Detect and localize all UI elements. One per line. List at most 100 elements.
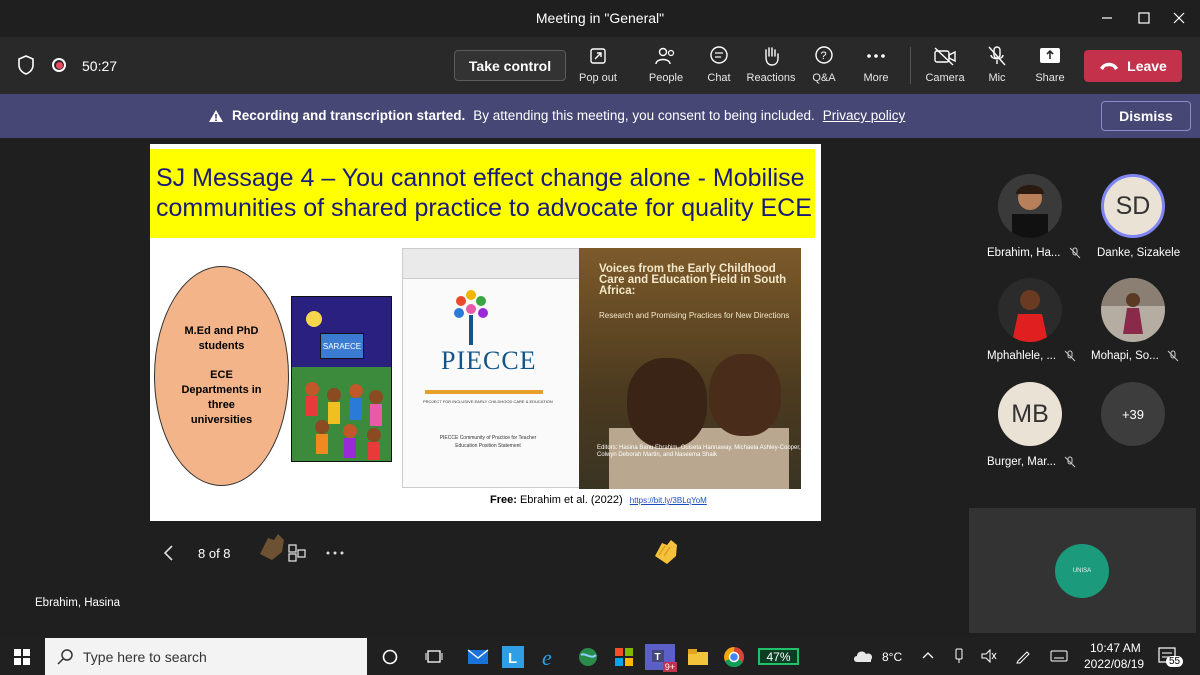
mail-icon[interactable] [465, 644, 491, 670]
svg-text:L: L [508, 650, 517, 667]
privacy-policy-link[interactable]: Privacy policy [823, 108, 906, 123]
pop-out-icon [590, 48, 606, 64]
participant-photo-1 [998, 174, 1062, 238]
recording-indicator-icon [52, 58, 66, 72]
maximize-icon [1138, 12, 1150, 24]
camera-off-icon [934, 47, 956, 66]
windows-start-icon[interactable] [14, 649, 30, 665]
share-button[interactable]: Share [1020, 43, 1080, 89]
windows-taskbar: Type here to search L e T 9+ 8°C 10:47 A… [0, 638, 1200, 675]
chrome-icon[interactable] [721, 644, 747, 670]
weather-cloud-icon[interactable] [852, 648, 876, 664]
ellipse-callout: M.Ed and PhD students ECE Departments in… [154, 266, 289, 486]
banner-bold-text: Recording and transcription started. [232, 108, 466, 123]
launcher-l-icon[interactable]: L [500, 644, 526, 670]
meeting-toolbar: 50:27 Take control Pop out People Chat R… [0, 37, 1200, 94]
teams-icon[interactable]: T 9+ [645, 644, 677, 672]
leave-button[interactable]: Leave [1084, 50, 1182, 82]
taskbar-search-input[interactable]: Type here to search [45, 638, 367, 675]
svg-text:?: ? [821, 50, 827, 62]
share-icon [1040, 48, 1060, 63]
qa-button[interactable]: ? Q&A [794, 43, 854, 89]
teams-badge: 9+ [662, 662, 677, 672]
participant-name-2: Danke, Sizakele [1097, 247, 1181, 259]
participant-photo-4 [1101, 278, 1165, 342]
avatar[interactable]: SD [1101, 174, 1165, 238]
previous-slide-icon[interactable] [162, 544, 176, 562]
slide-heading: SJ Message 4 – You cannot effect change … [150, 149, 815, 238]
avatar[interactable] [1101, 278, 1165, 342]
search-icon [57, 648, 73, 665]
chevron-up-icon[interactable] [922, 651, 934, 659]
hang-up-icon [1100, 62, 1119, 70]
edge-legacy-icon[interactable]: e [538, 644, 564, 670]
camera-button[interactable]: Camera [915, 43, 975, 89]
saraece-illustration: SARAECE [291, 296, 392, 462]
close-button[interactable] [1166, 6, 1192, 30]
avatar[interactable] [998, 174, 1062, 238]
avatar[interactable] [998, 278, 1062, 342]
toolbar-divider [910, 47, 911, 84]
take-control-button[interactable]: Take control [454, 50, 566, 81]
piecce-logo-text: PIECCE [441, 346, 537, 375]
recording-notice-banner: Recording and transcription started. By … [0, 94, 1200, 138]
participant-name-3: Mphahlele, ... [987, 350, 1076, 362]
usb-device-icon[interactable] [954, 648, 964, 664]
piecce-document: PIECCE PROJECT FOR INCLUSIVE EARLY CHILD… [402, 248, 580, 488]
slide-heading-line-2: communities of shared practice to advoca… [156, 194, 812, 222]
avatar[interactable]: MB [998, 382, 1062, 446]
pop-out-button[interactable]: Pop out [568, 43, 628, 89]
warning-icon [209, 109, 223, 122]
book-title: Voices from the Early Childhood Care and… [599, 263, 787, 297]
more-participants-button[interactable]: +39 [1101, 382, 1165, 446]
mic-off-icon [1167, 350, 1179, 362]
piecce-divider [425, 390, 543, 394]
people-button[interactable]: People [636, 43, 696, 89]
mic-off-icon [1064, 456, 1076, 468]
title-bar: Meeting in "General" [0, 0, 1200, 37]
participant-name-1: Ebrahim, Ha... [987, 247, 1081, 259]
unisa-logo: UNISA [1055, 544, 1109, 598]
microsoft-store-icon[interactable] [611, 644, 637, 670]
citation-link[interactable]: https://bit.ly/3BLqYoM [630, 496, 707, 505]
pen-icon[interactable] [1015, 648, 1031, 664]
battery-indicator[interactable]: 47% [758, 648, 799, 665]
chat-icon [710, 46, 728, 64]
slide-grid-icon[interactable] [287, 543, 307, 563]
clock-time[interactable]: 10:47 AM [1090, 641, 1141, 655]
minimize-button[interactable] [1094, 6, 1120, 30]
document-toolbar [403, 249, 579, 279]
slide-counter: 8 of 8 [198, 546, 231, 561]
saraece-artwork [292, 297, 391, 461]
mic-off-icon [988, 46, 1006, 66]
more-dots-icon [867, 54, 885, 58]
mic-button[interactable]: Mic [967, 43, 1027, 89]
participant-name-5: Burger, Mar... [987, 456, 1076, 468]
minimize-icon [1102, 17, 1112, 19]
piecce-document-title: PIECCE Community of Practice for Teacher… [439, 435, 537, 449]
free-citation: Free: Ebrahim et al. (2022) https://bit.… [490, 494, 707, 506]
chat-button[interactable]: Chat [689, 43, 749, 89]
dismiss-button[interactable]: Dismiss [1101, 101, 1191, 131]
book-photo-child-2 [709, 354, 781, 436]
more-button[interactable]: More [846, 43, 906, 89]
question-icon: ? [815, 46, 833, 64]
cortana-icon[interactable] [377, 644, 403, 670]
svg-text:T: T [655, 652, 661, 663]
shared-slide: SJ Message 4 – You cannot effect change … [150, 144, 821, 521]
clock-date[interactable]: 2022/08/19 [1084, 657, 1144, 671]
slide-more-icon[interactable] [325, 550, 345, 556]
task-view-icon[interactable] [421, 644, 447, 670]
globe-browser-icon[interactable] [575, 644, 601, 670]
raise-hand-icon [765, 47, 779, 66]
maximize-button[interactable] [1131, 6, 1157, 30]
book-authors: Editors: Hasina Banu Ebrahim, Ouiseta Ha… [597, 445, 801, 458]
keyboard-icon[interactable] [1050, 649, 1068, 663]
file-explorer-icon[interactable] [685, 644, 711, 670]
slide-heading-line-1: SJ Message 4 – You cannot effect change … [156, 164, 805, 192]
volume-muted-icon[interactable] [981, 649, 997, 663]
banner-text: By attending this meeting, you consent t… [473, 108, 815, 123]
reactions-button[interactable]: Reactions [741, 43, 801, 89]
saraece-label: SARAECE [320, 333, 364, 359]
mic-off-icon [1069, 247, 1080, 259]
